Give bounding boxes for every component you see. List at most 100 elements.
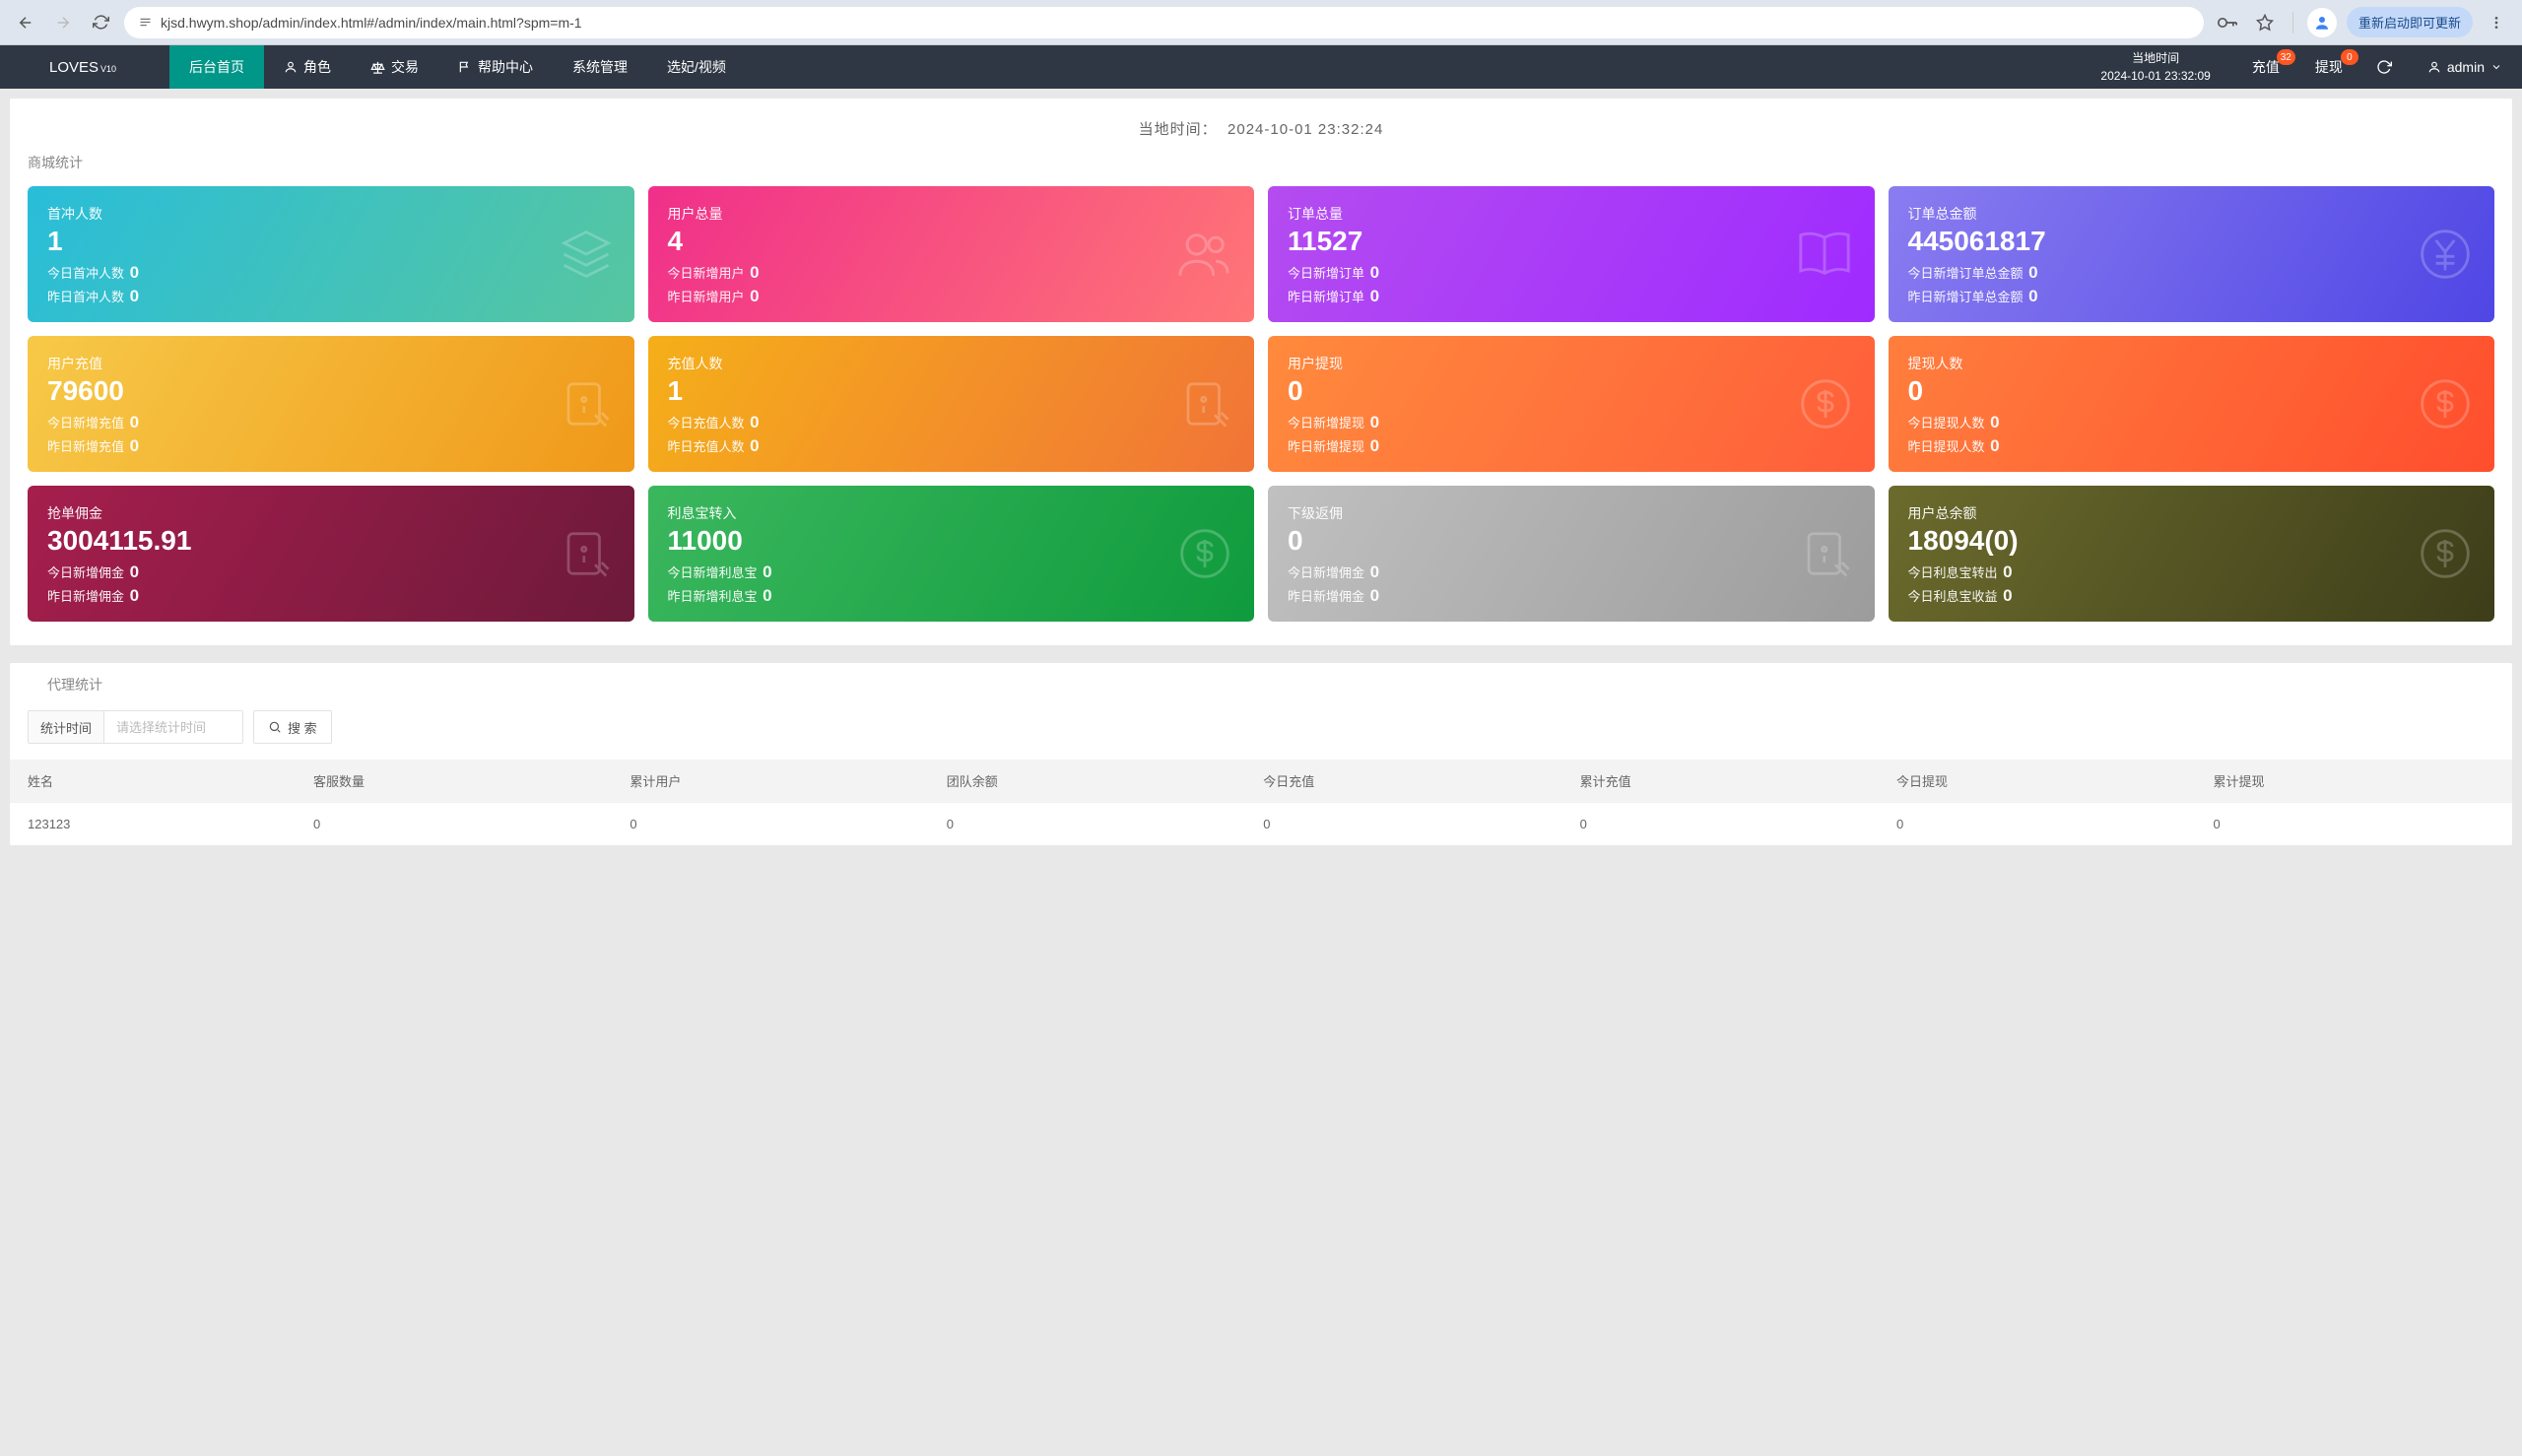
nav-item-2[interactable]: 交易 — [351, 45, 438, 89]
book-icon — [1796, 226, 1853, 283]
card-title: 下级返佣 — [1288, 503, 1855, 523]
page-time: 当地时间： 2024-10-01 23:32:24 — [28, 118, 2494, 139]
table-cell: 0 — [1245, 803, 1561, 846]
flag-icon — [458, 60, 472, 74]
agent-panel: 代理统计 统计时间 搜 索 姓名客服数量累计用户团队余额今日充值累计充值今日提现… — [10, 663, 2512, 845]
card-yesterday: 昨日新增充值 0 — [47, 436, 615, 456]
layers-icon — [560, 228, 613, 281]
card-yesterday: 昨日新增利息宝 0 — [668, 586, 1235, 606]
card-yesterday: 昨日首冲人数 0 — [47, 287, 615, 306]
table-header: 客服数量 — [296, 760, 612, 803]
agent-table: 姓名客服数量累计用户团队余额今日充值累计充值今日提现累计提现 123123000… — [10, 760, 2512, 845]
time-filter-input[interactable] — [104, 711, 242, 743]
card-today: 今日利息宝转出 0 — [1908, 563, 2476, 582]
note-icon — [560, 527, 613, 580]
table-header: 今日提现 — [1879, 760, 2195, 803]
nav-item-3[interactable]: 帮助中心 — [438, 45, 553, 89]
table-cell: 0 — [1562, 803, 1879, 846]
table-header: 累计用户 — [612, 760, 928, 803]
card-title: 用户充值 — [47, 354, 615, 373]
nav-item-0[interactable]: 后台首页 — [169, 45, 264, 89]
dollar-icon — [1177, 526, 1232, 581]
table-header: 累计充值 — [1562, 760, 1879, 803]
card-yesterday: 昨日新增佣金 0 — [1288, 586, 1855, 606]
card-value: 79600 — [47, 375, 615, 407]
card-value: 3004115.91 — [47, 525, 615, 557]
forward-button — [49, 9, 77, 36]
stat-card-8: 抢单佣金3004115.91今日新增佣金 0昨日新增佣金 0 — [28, 486, 634, 622]
browser-chrome: kjsd.hwym.shop/admin/index.html#/admin/i… — [0, 0, 2522, 45]
reload-button[interactable] — [87, 9, 114, 36]
nav-item-1[interactable]: 角色 — [264, 45, 351, 89]
card-title: 订单总量 — [1288, 204, 1855, 224]
card-yesterday: 昨日新增订单 0 — [1288, 287, 1855, 306]
card-title: 首冲人数 — [47, 204, 615, 224]
nav-refresh-button[interactable] — [2360, 45, 2408, 89]
card-value: 1 — [47, 226, 615, 257]
restart-update-button[interactable]: 重新启动即可更新 — [2347, 7, 2473, 37]
dollar-icon — [2418, 376, 2473, 431]
stat-card-9: 利息宝转入11000 今日新增利息宝 0 昨日新增利息宝 0 — [648, 486, 1255, 622]
card-value: 11000 — [668, 525, 1235, 557]
card-title: 利息宝转入 — [668, 503, 1235, 523]
card-value: 0 — [1908, 375, 2476, 407]
card-today: 今日新增提现 0 — [1288, 413, 1855, 432]
stat-card-10: 下级返佣0今日新增佣金 0昨日新增佣金 0 — [1268, 486, 1875, 622]
card-today: 今日新增订单 0 — [1288, 263, 1855, 283]
table-cell: 0 — [612, 803, 928, 846]
stat-card-5: 充值人数1今日充值人数 0昨日充值人数 0 — [648, 336, 1255, 472]
card-value: 0 — [1288, 375, 1855, 407]
url-bar[interactable]: kjsd.hwym.shop/admin/index.html#/admin/i… — [124, 7, 2204, 38]
profile-avatar[interactable] — [2307, 8, 2337, 37]
dollar-icon — [2418, 526, 2473, 581]
table-header: 姓名 — [10, 760, 296, 803]
user-icon — [2427, 60, 2441, 74]
password-key-icon[interactable] — [2214, 9, 2241, 36]
chrome-menu-icon[interactable] — [2483, 9, 2510, 36]
table-header: 团队余额 — [929, 760, 1245, 803]
card-value: 1 — [668, 375, 1235, 407]
search-icon — [268, 720, 282, 734]
yen-icon — [2418, 227, 2473, 282]
card-value: 0 — [1288, 525, 1855, 557]
chevron-down-icon — [2490, 61, 2502, 73]
scale-icon — [370, 60, 385, 75]
section-title: 商城统计 — [28, 153, 2494, 172]
nav-recharge[interactable]: 充值 32 — [2234, 45, 2297, 89]
back-button[interactable] — [12, 9, 39, 36]
card-title: 用户提现 — [1288, 354, 1855, 373]
card-today: 今日新增订单总金额 0 — [1908, 263, 2476, 283]
users-icon — [1175, 226, 1232, 283]
bookmark-star-icon[interactable] — [2251, 9, 2279, 36]
table-cell: 0 — [1879, 803, 2195, 846]
card-yesterday: 昨日新增提现 0 — [1288, 436, 1855, 456]
nav-item-5[interactable]: 选妃/视频 — [647, 45, 746, 89]
user-icon — [284, 60, 298, 74]
time-filter-label: 统计时间 — [29, 711, 104, 743]
note-icon — [1800, 527, 1853, 580]
dollar-icon — [1798, 376, 1853, 431]
card-title: 提现人数 — [1908, 354, 2476, 373]
stat-card-0: 首冲人数1今日首冲人数 0昨日首冲人数 0 — [28, 186, 634, 322]
nav-withdraw[interactable]: 提现 0 — [2297, 45, 2360, 89]
logo: LOVESV10 — [0, 59, 169, 76]
local-time: 当地时间 2024-10-01 23:32:09 — [2077, 49, 2233, 85]
card-today: 今日充值人数 0 — [668, 413, 1235, 432]
card-today: 今日新增佣金 0 — [47, 563, 615, 582]
stat-card-2: 订单总量11527 今日新增订单 0 昨日新增订单 0 — [1268, 186, 1875, 322]
card-today: 今日提现人数 0 — [1908, 413, 2476, 432]
stat-card-7: 提现人数0今日提现人数 0昨日提现人数 0 — [1889, 336, 2495, 472]
withdraw-badge: 0 — [2341, 49, 2358, 65]
note-icon — [560, 377, 613, 430]
card-title: 充值人数 — [668, 354, 1235, 373]
nav-item-4[interactable]: 系统管理 — [553, 45, 647, 89]
note-icon — [1179, 377, 1232, 430]
card-value: 11527 — [1288, 226, 1855, 257]
card-yesterday: 今日利息宝收益 0 — [1908, 586, 2476, 606]
search-button[interactable]: 搜 索 — [253, 710, 332, 744]
top-nav: LOVESV10 后台首页角色交易帮助中心系统管理选妃/视频 当地时间 2024… — [0, 45, 2522, 89]
table-row: 1231230000000 — [10, 803, 2512, 846]
card-title: 订单总金额 — [1908, 204, 2476, 224]
nav-user-menu[interactable]: admin — [2408, 59, 2522, 75]
card-today: 今日新增利息宝 0 — [668, 563, 1235, 582]
